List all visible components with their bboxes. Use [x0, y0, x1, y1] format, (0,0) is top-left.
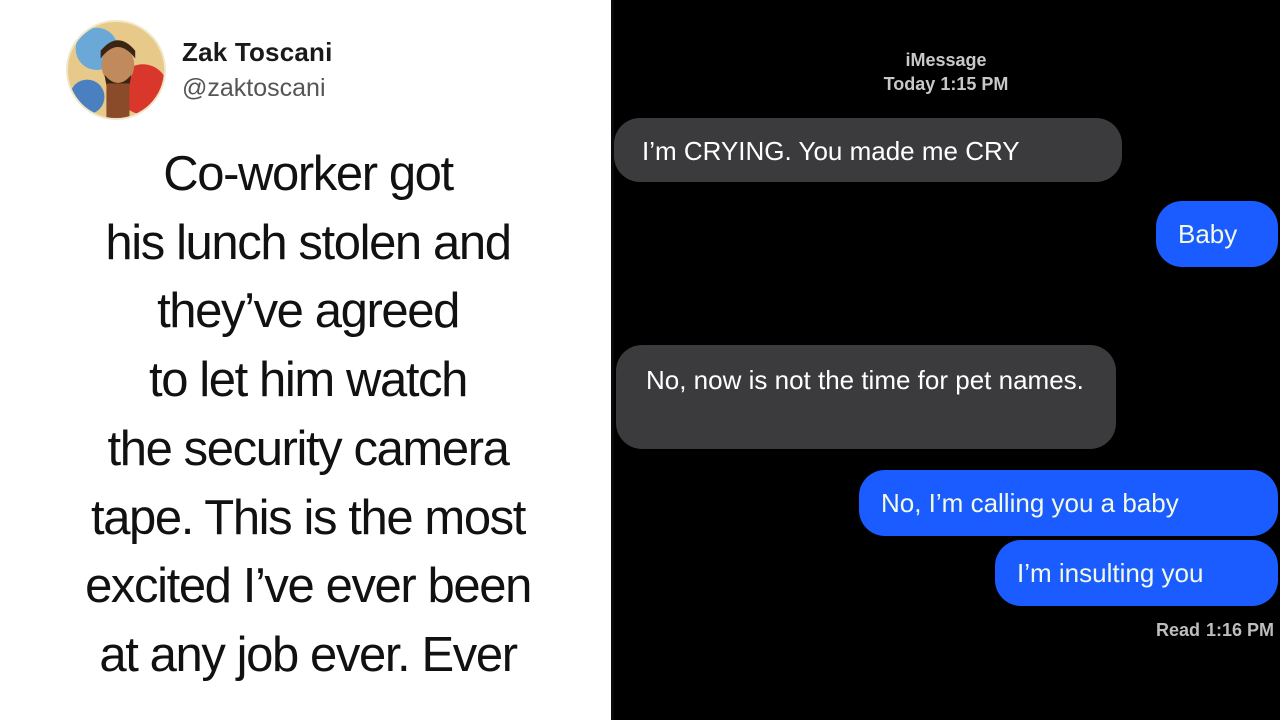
tweet-text-line: his lunch stolen and [105, 215, 512, 270]
tweet-text-line: the security camera [107, 421, 510, 476]
message-bubble-incoming[interactable]: No, now is not the time for pet names. [616, 345, 1116, 449]
tweet-text: Co-worker got his lunch stolen and they’… [8, 140, 608, 690]
tweet-text-line: at any job ever. Ever [99, 627, 518, 682]
read-label: Read [1155, 620, 1200, 640]
author-name[interactable]: Zak Toscani [182, 37, 333, 68]
imessage-thread: iMessage Today 1:15 PM I’m CRYING. You m… [614, 0, 1280, 720]
tweet-text-line: they’ve agreed [157, 284, 460, 339]
avatar-portrait-icon [68, 22, 164, 118]
thread-timestamp: Today 1:15 PM [883, 74, 1009, 94]
service-label: iMessage [905, 50, 987, 70]
tweet-card: Zak Toscani @zaktoscani Co-worker got hi… [0, 0, 611, 720]
tweet-text-line: Co-worker got [163, 147, 454, 201]
message-bubble-outgoing[interactable]: No, I’m calling you a baby [859, 470, 1278, 536]
thread-header: iMessage Today 1:15 PM [846, 48, 1046, 96]
tweet-text-line: to let him watch [148, 353, 468, 408]
message-bubble-outgoing[interactable]: I’m insulting you [995, 540, 1278, 606]
tweet-text-line: tape. This is the most [90, 490, 526, 545]
tweet-text-line: excited I’ve ever been [85, 559, 532, 614]
avatar[interactable] [66, 20, 166, 120]
read-receipt: Read 1:16 PM [1156, 620, 1274, 641]
message-bubble-outgoing[interactable]: Baby [1156, 201, 1278, 267]
read-time: 1:16 PM [1205, 620, 1274, 640]
message-bubble-incoming[interactable]: I’m CRYING. You made me CRY [614, 118, 1122, 182]
author-handle[interactable]: @zaktoscani [182, 74, 326, 103]
